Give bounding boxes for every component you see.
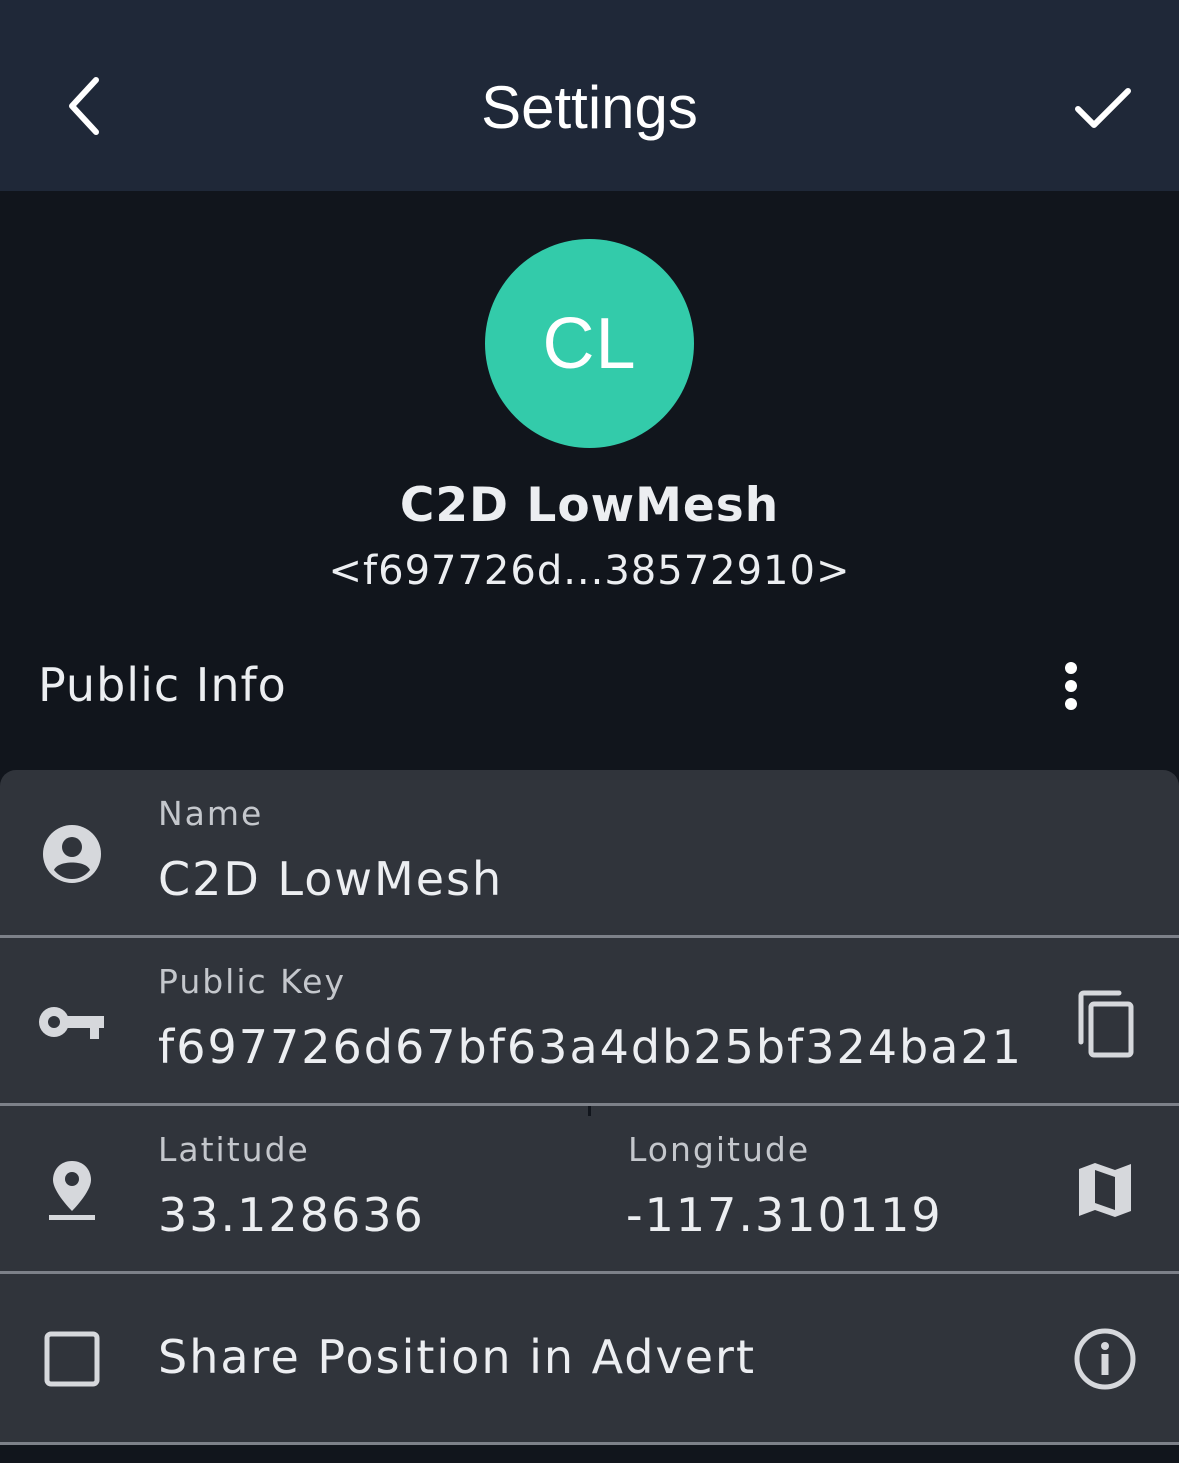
info-icon	[1074, 1328, 1136, 1390]
share-position-row[interactable]: Share Position in Advert	[0, 1274, 1179, 1445]
latitude-input[interactable]: 33.128636	[158, 1188, 425, 1242]
avatar: CL	[485, 239, 694, 448]
latitude-label: Latitude	[158, 1130, 310, 1169]
app-bar: Settings	[0, 0, 1179, 191]
longitude-input[interactable]: -117.310119	[626, 1188, 943, 1242]
more-vertical-icon	[1065, 662, 1077, 710]
checkbox-icon[interactable]	[36, 1323, 108, 1395]
avatar-initials: CL	[542, 303, 637, 384]
confirm-button[interactable]	[1067, 72, 1139, 144]
profile-name: C2D LowMesh	[399, 478, 780, 533]
copy-icon	[1078, 990, 1134, 1058]
account-circle-icon	[36, 818, 108, 890]
public-key-field: Public Key f697726d67bf63a4db25bf324ba21…	[0, 938, 1179, 1106]
key-icon	[36, 986, 108, 1058]
more-options-button[interactable]	[1044, 656, 1098, 716]
longitude-label: Longitude	[628, 1130, 811, 1169]
location-field: Latitude 33.128636 Longitude -117.310119	[0, 1106, 1179, 1274]
map-icon	[1079, 1163, 1131, 1217]
field-divider	[588, 1106, 591, 1116]
location-pin-icon	[36, 1154, 108, 1226]
name-label: Name	[158, 794, 264, 833]
profile-short-key: <f697726d...38572910>	[328, 548, 851, 594]
name-input[interactable]: C2D LowMesh	[158, 852, 503, 906]
info-button[interactable]	[1069, 1323, 1141, 1395]
public-key-value: f697726d67bf63a4db25bf324ba212	[158, 1020, 1024, 1074]
map-button[interactable]	[1069, 1154, 1141, 1226]
public-key-label: Public Key	[158, 962, 346, 1001]
check-icon	[1075, 88, 1131, 128]
page-title: Settings	[481, 74, 698, 141]
share-position-label: Share Position in Advert	[158, 1330, 756, 1384]
name-field[interactable]: Name C2D LowMesh	[0, 770, 1179, 938]
copy-button[interactable]	[1069, 988, 1141, 1060]
section-title: Public Info	[38, 658, 287, 712]
